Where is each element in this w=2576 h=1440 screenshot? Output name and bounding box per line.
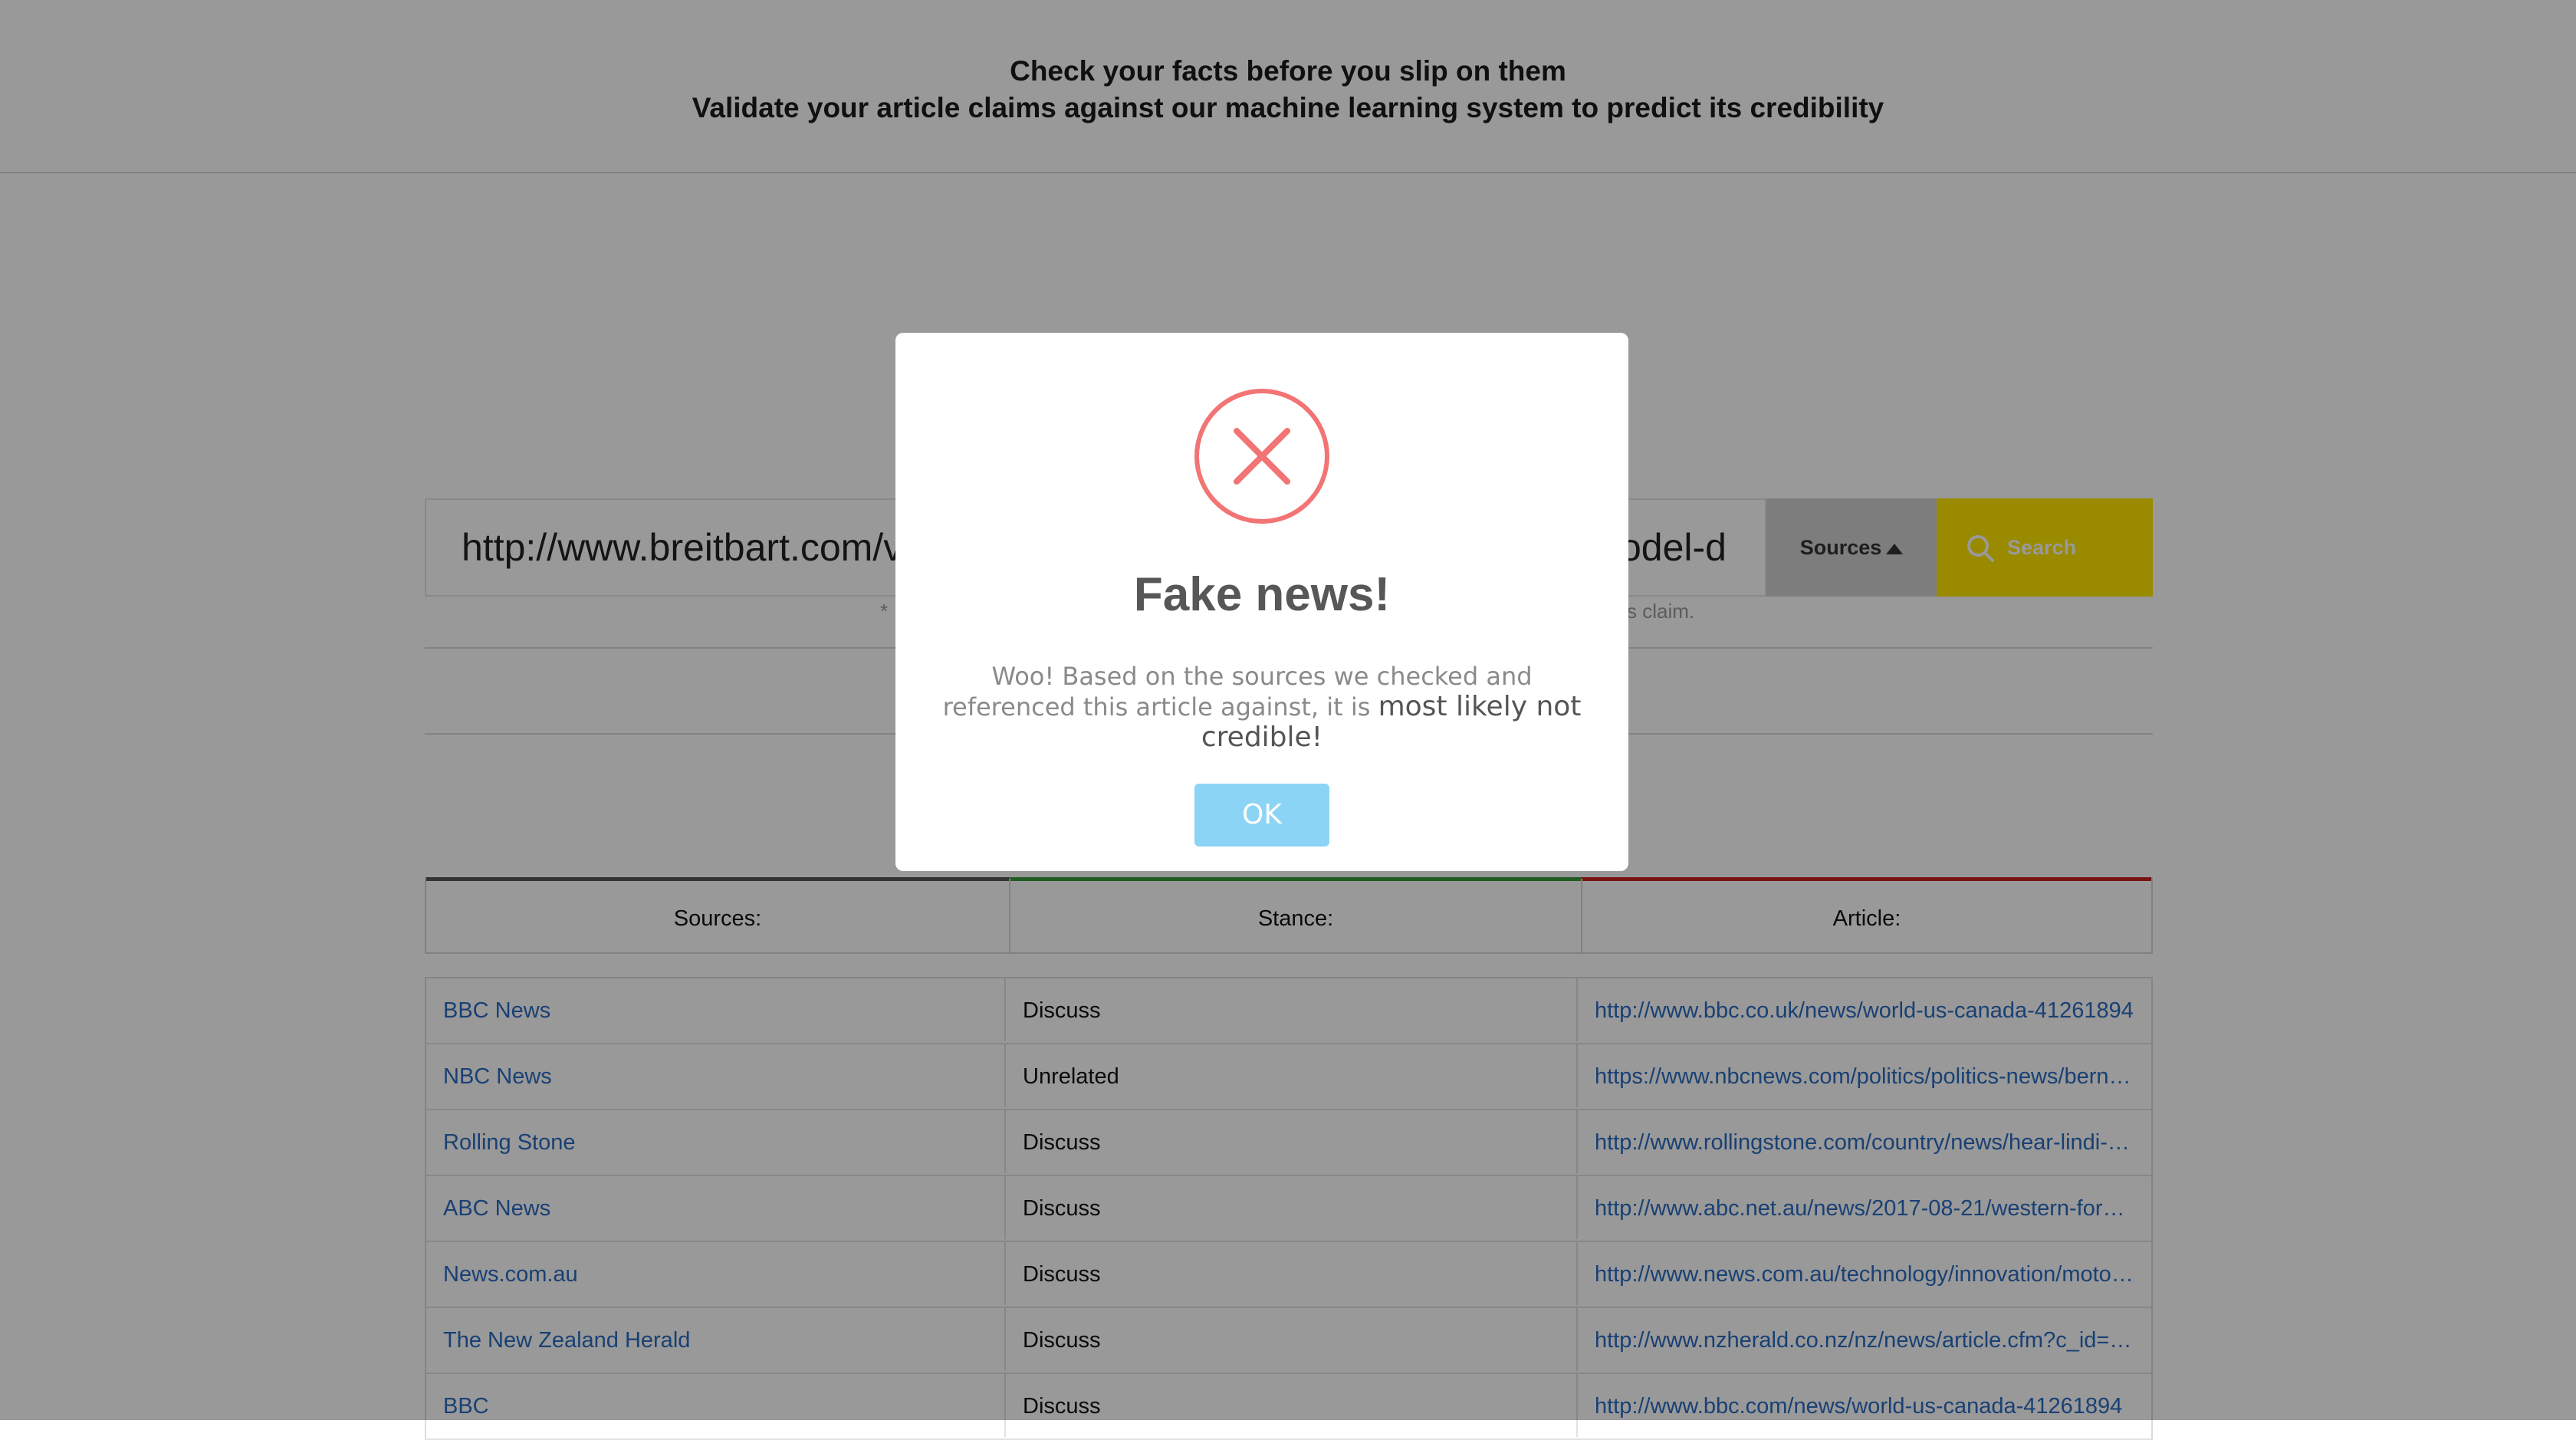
result-modal: Fake news! Woo! Based on the sources we …: [895, 333, 1628, 871]
error-x-icon: [1194, 389, 1329, 524]
modal-title: Fake news!: [1133, 568, 1391, 621]
ok-button[interactable]: OK: [1194, 784, 1329, 847]
modal-message: Woo! Based on the sources we checked and…: [941, 661, 1582, 753]
